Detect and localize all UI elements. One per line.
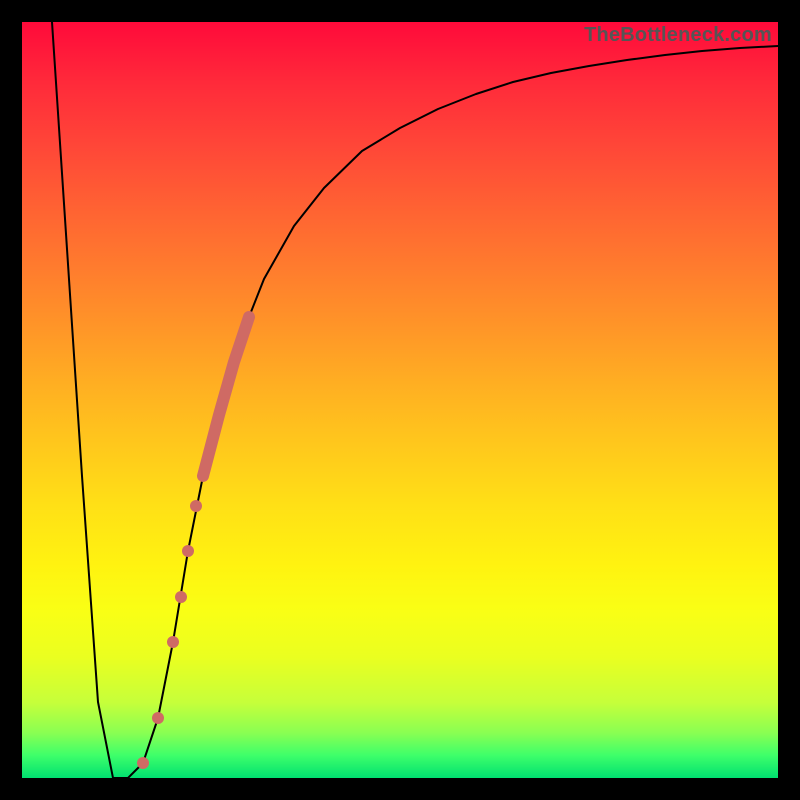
marker-dot (152, 712, 164, 724)
marker-dot (190, 500, 202, 512)
bottleneck-curve (22, 22, 778, 778)
marker-dot (175, 591, 187, 603)
marker-dot (137, 757, 149, 769)
chart-frame: TheBottleneck.com (0, 0, 800, 800)
plot-area: TheBottleneck.com (22, 22, 778, 778)
marker-thick-segment (203, 317, 249, 476)
curve-path (52, 22, 778, 778)
marker-dot (182, 545, 194, 557)
marker-dot (167, 636, 179, 648)
marker-group (137, 317, 249, 769)
